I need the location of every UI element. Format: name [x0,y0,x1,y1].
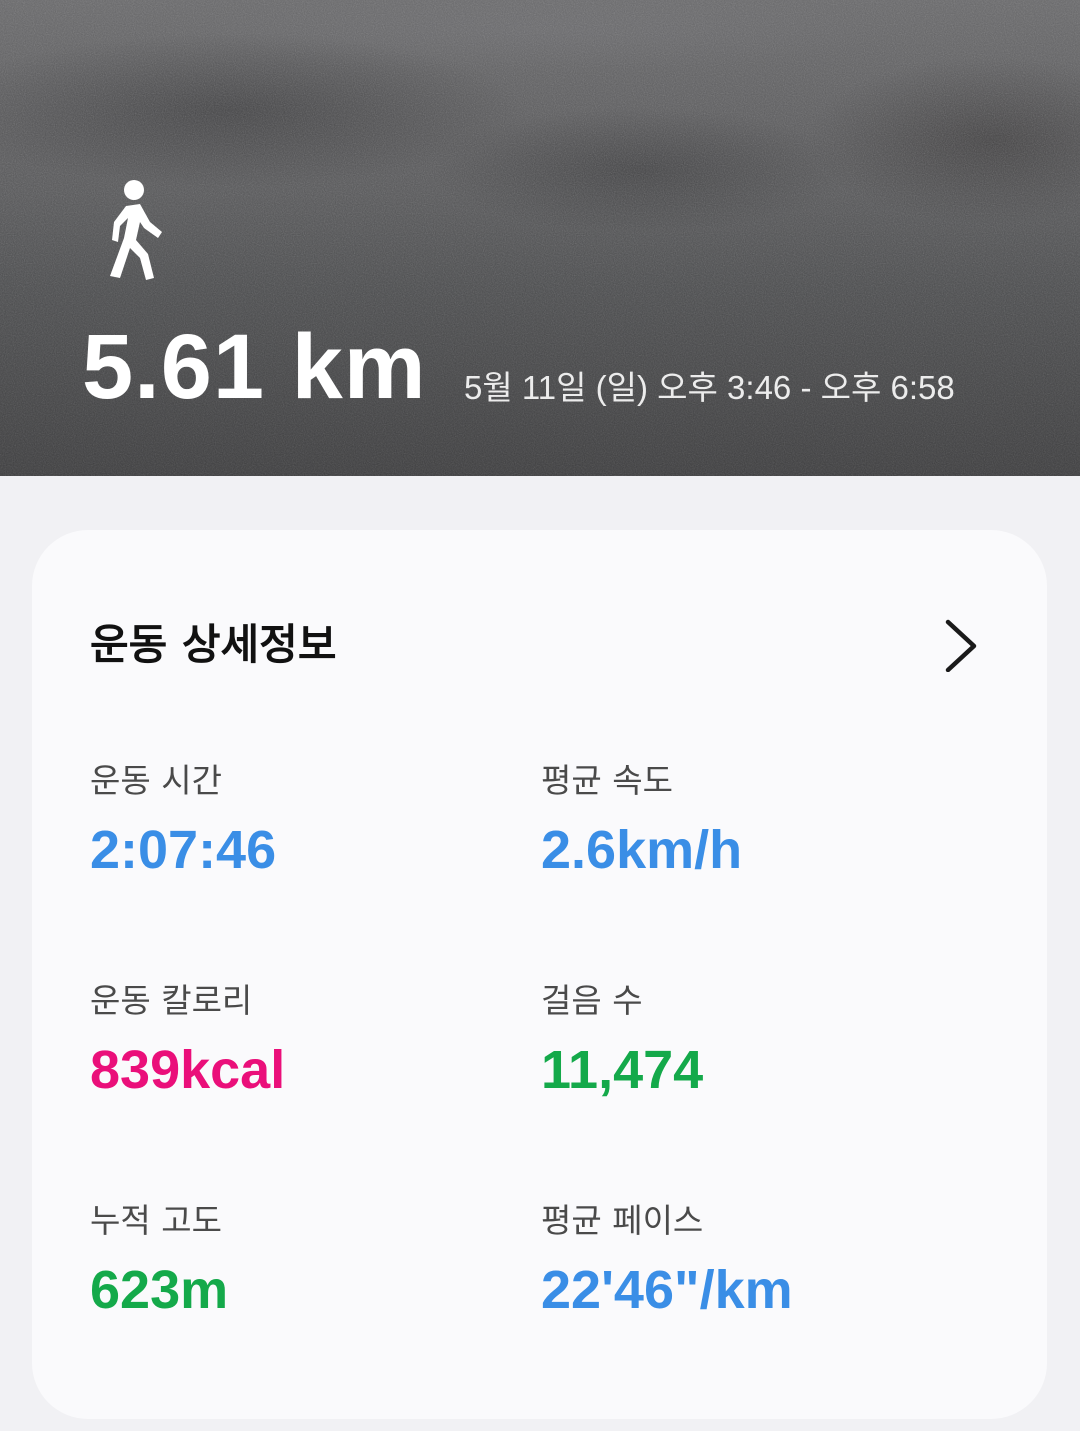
metric-calories: 운동 칼로리 839kcal [90,976,510,1112]
metric-value: 22'46"/km [541,1260,793,1320]
metric-label: 걸음 수 [541,981,643,1020]
workout-details-title: 운동 상세정보 [90,620,337,669]
walking-person-icon [110,180,162,280]
workout-date-range: 5월 11일 (일) 오후 3:46 - 오후 6:58 [464,369,955,406]
metric-average-speed: 평균 속도 2.6km/h [541,756,961,892]
metric-label: 평균 페이스 [541,1201,704,1240]
workout-distance: 5.61 km [82,316,427,418]
metric-average-pace: 평균 페이스 22'46"/km [541,1196,961,1332]
metric-value: 623m [90,1260,229,1320]
metric-label: 누적 고도 [90,1201,222,1240]
workout-details-card: 운동 상세정보 운동 시간 2:07:46 평균 속도 2.6km/h 운동 칼… [32,530,1047,1419]
metric-value: 839kcal [90,1040,286,1100]
workout-details-header[interactable]: 운동 상세정보 [90,612,990,678]
workout-hero-banner: 5.61 km 5월 11일 (일) 오후 3:46 - 오후 6:58 [0,0,1080,476]
chevron-right-icon[interactable] [936,618,990,672]
metric-value: 11,474 [541,1040,704,1100]
metric-steps: 걸음 수 11,474 [541,976,961,1112]
metric-label: 운동 칼로리 [90,981,253,1020]
metric-exercise-time: 운동 시간 2:07:46 [90,756,510,892]
metric-value: 2:07:46 [90,820,277,880]
metric-elevation-gain: 누적 고도 623m [90,1196,510,1332]
metric-label: 운동 시간 [90,761,222,800]
metric-value: 2.6km/h [541,820,743,880]
metric-label: 평균 속도 [541,761,673,800]
